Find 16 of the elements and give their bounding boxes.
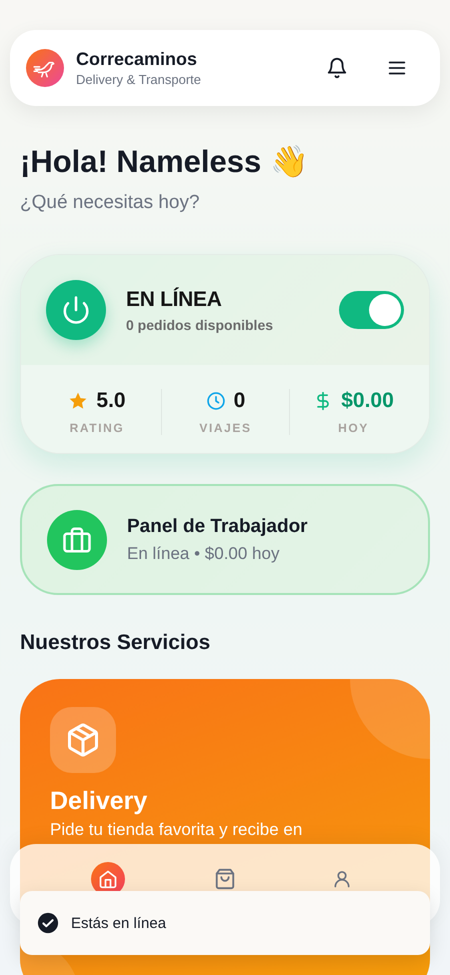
app-tagline: Delivery & Transporte — [76, 72, 202, 87]
greeting-subtitle: ¿Qué necesitas hoy? — [20, 192, 201, 214]
status-title: EN LÍNEA — [126, 288, 223, 312]
stat-value: $0.00 — [341, 389, 394, 413]
service-description: Pide tu tienda favorita y recibe en — [50, 820, 304, 840]
greeting-title: ¡Hola! Nameless 👋 — [20, 143, 310, 181]
stat-label: VIAJES — [199, 421, 252, 435]
service-title: Delivery — [50, 787, 148, 816]
app-name: Correcaminos — [76, 49, 198, 70]
stat-label: HOY — [338, 421, 369, 435]
status-subtitle: 0 pedidos disponibles — [126, 316, 274, 332]
stat-value: 5.0 — [96, 389, 126, 413]
section-title: Nuestros Servicios — [20, 631, 212, 655]
stat-value: 0 — [234, 389, 246, 413]
toast-message: Estás en línea — [71, 914, 166, 932]
stat-label: RATING — [70, 421, 124, 435]
